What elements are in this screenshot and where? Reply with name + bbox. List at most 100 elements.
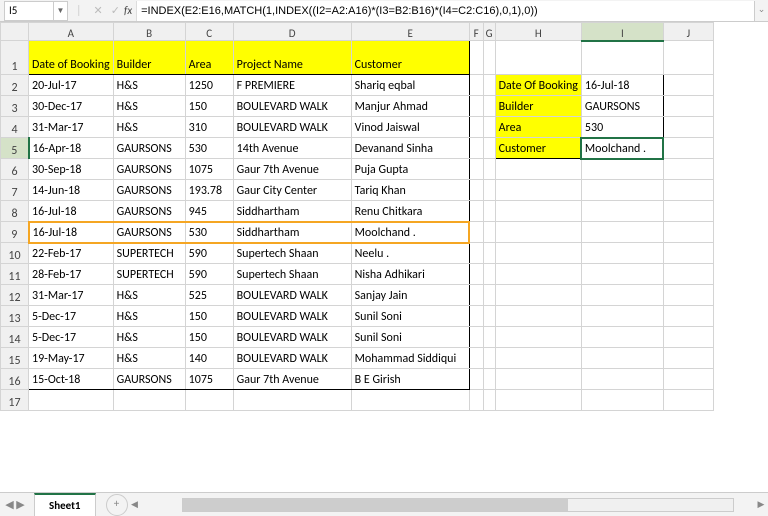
cell[interactable]: Shariq eqbal bbox=[351, 75, 469, 96]
cell[interactable] bbox=[469, 117, 483, 138]
row-header[interactable]: 13 bbox=[1, 306, 29, 327]
cell[interactable]: Supertech Shaan bbox=[233, 264, 351, 285]
cell[interactable]: Moolchand . bbox=[351, 222, 469, 243]
cell[interactable] bbox=[663, 264, 713, 285]
cell[interactable]: 590 bbox=[185, 243, 233, 264]
cell[interactable] bbox=[483, 180, 495, 201]
cell[interactable] bbox=[581, 390, 663, 411]
cell[interactable] bbox=[581, 201, 663, 222]
row-header[interactable]: 6 bbox=[1, 159, 29, 180]
cell[interactable] bbox=[483, 327, 495, 348]
cell[interactable]: 19-May-17 bbox=[29, 348, 114, 369]
scroll-left-icon[interactable]: ◀ bbox=[128, 499, 142, 510]
formula-expand-icon[interactable]: ⌄ bbox=[754, 1, 768, 21]
col-header[interactable]: A bbox=[29, 23, 114, 41]
cell[interactable] bbox=[581, 264, 663, 285]
cell[interactable]: Devanand Sinha bbox=[351, 138, 469, 159]
row-header[interactable]: 16 bbox=[1, 369, 29, 390]
cell[interactable] bbox=[495, 306, 581, 327]
cell[interactable]: 30-Dec-17 bbox=[29, 96, 114, 117]
cell[interactable] bbox=[351, 390, 469, 411]
cell[interactable] bbox=[469, 180, 483, 201]
cell[interactable] bbox=[483, 285, 495, 306]
cell[interactable] bbox=[663, 75, 713, 96]
cell[interactable] bbox=[663, 306, 713, 327]
cell[interactable]: 16-Jul-18 bbox=[29, 222, 114, 243]
col-header[interactable]: C bbox=[185, 23, 233, 41]
cell[interactable] bbox=[495, 390, 581, 411]
cell[interactable] bbox=[483, 369, 495, 390]
formula-accept-icon[interactable]: ✓ bbox=[111, 4, 120, 17]
cell[interactable] bbox=[663, 222, 713, 243]
cell[interactable]: H&S bbox=[113, 306, 185, 327]
cell[interactable]: 28-Feb-17 bbox=[29, 264, 114, 285]
formula-cancel-icon[interactable]: ✕ bbox=[94, 4, 103, 17]
cell[interactable] bbox=[495, 41, 581, 75]
cell[interactable]: Tariq Khan bbox=[351, 180, 469, 201]
cell[interactable] bbox=[663, 285, 713, 306]
cell[interactable]: GAURSONS bbox=[113, 159, 185, 180]
select-all-corner[interactable] bbox=[1, 23, 29, 41]
row-header[interactable]: 12 bbox=[1, 285, 29, 306]
scroll-right-icon[interactable]: ▶ bbox=[754, 499, 768, 510]
cell[interactable] bbox=[495, 222, 581, 243]
cell[interactable] bbox=[469, 285, 483, 306]
cell[interactable]: BOULEVARD WALK bbox=[233, 96, 351, 117]
cell[interactable]: Gaur 7th Avenue bbox=[233, 159, 351, 180]
cell[interactable] bbox=[483, 222, 495, 243]
cell[interactable]: 150 bbox=[185, 306, 233, 327]
cell[interactable]: Supertech Shaan bbox=[233, 243, 351, 264]
cell[interactable] bbox=[495, 180, 581, 201]
cell[interactable]: 14th Avenue bbox=[233, 138, 351, 159]
cell[interactable] bbox=[469, 327, 483, 348]
col-header[interactable]: B bbox=[113, 23, 185, 41]
cell[interactable] bbox=[495, 264, 581, 285]
cell[interactable]: H&S bbox=[113, 327, 185, 348]
cell[interactable]: Siddhartham bbox=[233, 201, 351, 222]
cell[interactable]: Gaur City Center bbox=[233, 180, 351, 201]
cell[interactable] bbox=[663, 138, 713, 159]
cell[interactable]: 14-Jun-18 bbox=[29, 180, 114, 201]
cell[interactable]: 5-Dec-17 bbox=[29, 327, 114, 348]
row-header[interactable]: 4 bbox=[1, 117, 29, 138]
row-header[interactable]: 5 bbox=[1, 138, 29, 159]
cell[interactable] bbox=[663, 96, 713, 117]
cell[interactable] bbox=[663, 159, 713, 180]
cell[interactable] bbox=[581, 306, 663, 327]
cell[interactable]: Renu Chitkara bbox=[351, 201, 469, 222]
cell[interactable] bbox=[469, 306, 483, 327]
cell[interactable]: Sanjay Jain bbox=[351, 285, 469, 306]
cell[interactable]: GAURSONS bbox=[113, 180, 185, 201]
cell[interactable] bbox=[495, 201, 581, 222]
cell[interactable]: BOULEVARD WALK bbox=[233, 285, 351, 306]
horizontal-scrollbar[interactable] bbox=[182, 498, 735, 512]
spreadsheet-grid[interactable]: A B C D E F G H I J 1Date of BookingBuil… bbox=[0, 22, 714, 411]
cell[interactable]: Sunil Soni bbox=[351, 327, 469, 348]
cell[interactable] bbox=[663, 41, 713, 75]
col-header[interactable]: E bbox=[351, 23, 469, 41]
cell[interactable]: 20-Jul-17 bbox=[29, 75, 114, 96]
add-sheet-button[interactable]: + bbox=[106, 494, 128, 516]
row-header[interactable]: 15 bbox=[1, 348, 29, 369]
cell[interactable] bbox=[581, 285, 663, 306]
cell[interactable]: SUPERTECH bbox=[113, 243, 185, 264]
row-header[interactable]: 9 bbox=[1, 222, 29, 243]
cell[interactable]: Gaur 7th Avenue bbox=[233, 369, 351, 390]
row-header[interactable]: 10 bbox=[1, 243, 29, 264]
cell[interactable] bbox=[233, 390, 351, 411]
cell[interactable]: 16-Jul-18 bbox=[29, 201, 114, 222]
cell[interactable] bbox=[495, 243, 581, 264]
cell[interactable]: 530 bbox=[185, 138, 233, 159]
cell[interactable] bbox=[581, 327, 663, 348]
fx-icon[interactable]: fx bbox=[124, 4, 132, 17]
cell[interactable]: GAURSONS bbox=[113, 369, 185, 390]
cell[interactable] bbox=[581, 243, 663, 264]
cell[interactable]: Siddhartham bbox=[233, 222, 351, 243]
cell[interactable] bbox=[483, 348, 495, 369]
col-header[interactable]: I bbox=[581, 23, 663, 41]
cell[interactable]: 22-Feb-17 bbox=[29, 243, 114, 264]
cell[interactable]: 590 bbox=[185, 264, 233, 285]
cell[interactable] bbox=[495, 159, 581, 180]
row-header[interactable]: 7 bbox=[1, 180, 29, 201]
sheet-tab[interactable]: Sheet1 bbox=[34, 493, 96, 516]
